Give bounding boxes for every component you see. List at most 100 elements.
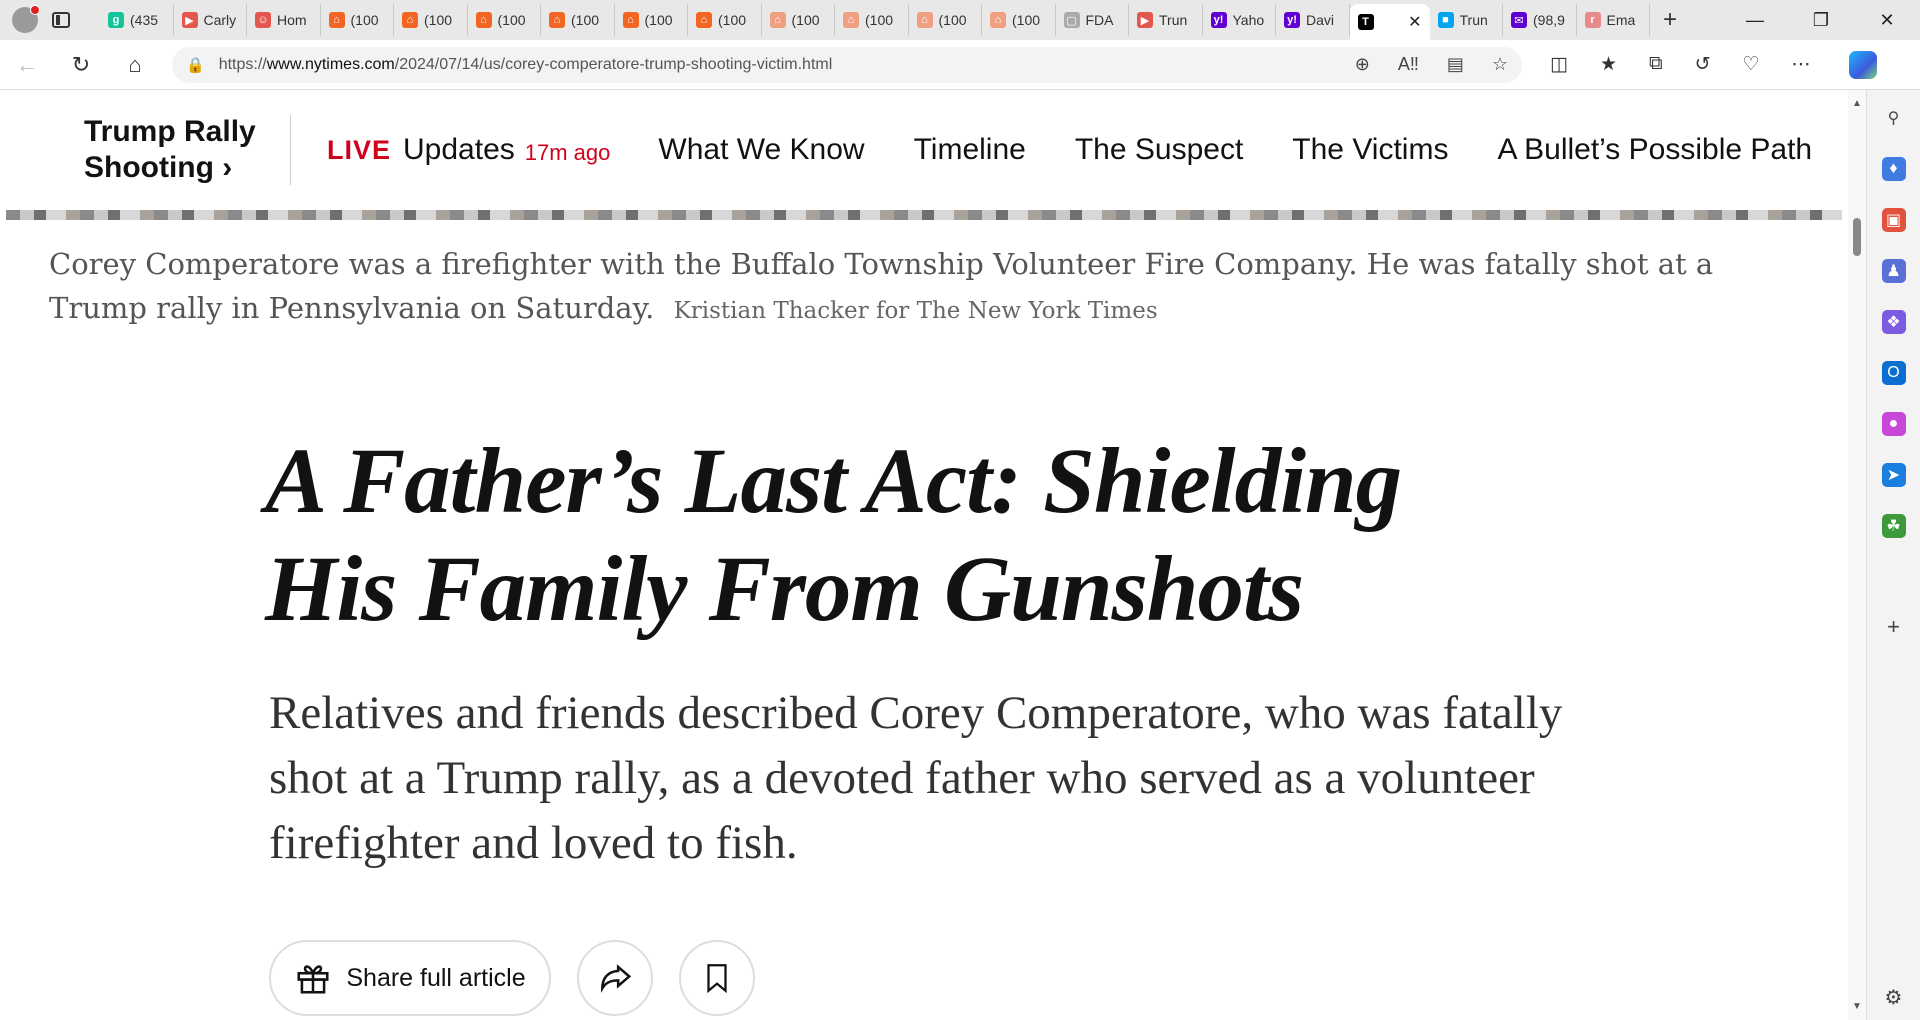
browser-tab-strip: g (435 ▶ Carly ☺ Hom ⌂ (100 ⌂ (100 ⌂ (100 ⌂ (100 ⌂ (100… <box>0 0 1920 40</box>
tab-label: (100 <box>865 12 894 28</box>
tab-favicon-icon: ⌂ <box>475 12 492 28</box>
tab-label: (98,9 <box>1533 12 1565 28</box>
tab[interactable]: y! Davi <box>1276 4 1350 36</box>
send-icon[interactable]: ➤ <box>1881 463 1906 487</box>
subnav-link-suspect[interactable]: The Suspect <box>1075 133 1243 167</box>
tab-favicon-icon: ⌂ <box>328 12 345 28</box>
url-field[interactable]: 🔒 https://www.nytimes.com/2024/07/14/us/… <box>172 46 1522 83</box>
page-scrollbar[interactable]: ▲ ▼ <box>1848 90 1866 1020</box>
tab[interactable]: r Ema <box>1577 4 1650 36</box>
tab-label: (100 <box>644 12 673 28</box>
games-icon[interactable]: ♟ <box>1881 259 1906 283</box>
bookmark-icon <box>700 959 734 997</box>
new-tab-button[interactable]: + <box>1650 6 1690 34</box>
article-summary: Relatives and friends described Corey Co… <box>269 687 1563 869</box>
tab-favicon-icon: ⌂ <box>549 12 565 28</box>
tab[interactable]: ⌂ (100 <box>762 4 835 36</box>
tab[interactable]: ⌂ (100 <box>615 4 688 36</box>
tab[interactable]: ▢ FDA <box>1056 4 1129 36</box>
designer-icon[interactable]: ● <box>1881 412 1906 436</box>
browser-essentials-icon[interactable]: ♡ <box>1743 53 1760 76</box>
add-sidebar-app-icon[interactable]: + <box>1882 614 1906 639</box>
tab[interactable]: ⌂ (100 <box>541 4 615 36</box>
story-subnav: Trump Rally Shooting › LIVE Updates 17m … <box>6 90 1842 210</box>
tab-label: Trun <box>1459 12 1488 28</box>
shopping-tag-icon[interactable]: ♦ <box>1881 157 1906 181</box>
tab[interactable]: ✉ (98,9 <box>1503 4 1577 36</box>
subnav-divider <box>290 115 291 185</box>
tab-strip-left <box>0 5 100 33</box>
share-full-article-button[interactable]: Share full article <box>269 940 551 1016</box>
tab[interactable]: ⌂ (100 <box>688 4 762 36</box>
tab-favicon-icon: ■ <box>1437 12 1454 28</box>
collections-icon[interactable]: ⧉ <box>1649 53 1663 76</box>
close-window-icon[interactable]: ✕ <box>1854 10 1920 31</box>
profile-avatar-icon[interactable] <box>12 5 40 33</box>
tab-label: Trun <box>1159 12 1188 28</box>
edge-sidebar: ⚲ ♦ ▣ ♟ ❖ O ● ➤ ☘ + ⚙ <box>1866 90 1920 1020</box>
restore-icon[interactable]: ❐ <box>1788 10 1854 31</box>
search-icon[interactable]: ⚲ <box>1882 106 1906 130</box>
history-icon[interactable]: ↺ <box>1695 53 1711 76</box>
subnav-link-timeline[interactable]: Timeline <box>914 133 1026 167</box>
tab[interactable]: ▶ Carly <box>174 4 247 36</box>
browser-tools: ◫ ★ ⧉ ↺ ♡ ⋯ <box>1550 53 1811 76</box>
home-icon[interactable]: ⌂ <box>108 52 162 78</box>
copilot-icon[interactable] <box>1848 50 1877 79</box>
tab[interactable]: ⌂ (100 <box>909 4 982 36</box>
tab-label: (435 <box>130 12 159 28</box>
headline-line-2: His Family From Gunshots <box>265 538 1304 641</box>
favorite-star-icon[interactable]: ☆ <box>1492 54 1508 75</box>
live-label[interactable]: LIVE <box>327 135 391 166</box>
refresh-icon[interactable]: ↻ <box>54 52 108 78</box>
back-icon[interactable]: ← <box>0 52 54 78</box>
photo-caption: Corey Comperatore was a firefighter with… <box>49 242 1809 333</box>
lock-icon[interactable]: 🔒 <box>186 56 205 74</box>
save-button[interactable] <box>679 940 755 1016</box>
subnav-link-bullet-path[interactable]: A Bullet’s Possible Path <box>1497 133 1812 167</box>
favorites-icon[interactable]: ★ <box>1600 53 1617 76</box>
tab[interactable]: g (435 <box>100 4 174 36</box>
split-screen-icon[interactable]: ◫ <box>1550 53 1568 76</box>
tab[interactable]: ⌂ (100 <box>321 4 394 36</box>
microsoft-365-icon[interactable]: ❖ <box>1881 310 1906 334</box>
sidebar-settings-icon[interactable]: ⚙ <box>1885 985 1903 1010</box>
share-arrow-icon <box>596 959 634 997</box>
minimize-icon[interactable]: — <box>1722 10 1788 31</box>
tab[interactable]: ⌂ (100 <box>394 4 468 36</box>
tab[interactable]: ⌂ (100 <box>468 4 541 36</box>
outlook-icon[interactable]: O <box>1881 361 1906 385</box>
tab-favicon-icon: ▶ <box>1137 12 1153 28</box>
tab[interactable]: ☺ Hom <box>247 4 321 36</box>
tab[interactable]: ■ Trun <box>1430 4 1503 36</box>
gift-icon <box>294 959 332 997</box>
tab[interactable]: ⌂ (100 <box>835 4 909 36</box>
scrollbar-thumb[interactable] <box>1853 218 1861 256</box>
zoom-icon[interactable]: ⊕ <box>1355 54 1370 75</box>
tab-favicon-icon: ⌂ <box>696 12 712 28</box>
subnav-link-what-we-know[interactable]: What We Know <box>658 133 864 167</box>
story-hub-link[interactable]: Trump Rally Shooting › <box>84 114 264 186</box>
headline-line-1: A Father’s Last Act: Shielding <box>265 430 1402 533</box>
tab[interactable]: y! Yaho <box>1203 4 1276 36</box>
tab-active[interactable]: T ✕ <box>1349 4 1430 40</box>
scroll-down-icon[interactable]: ▼ <box>1852 1001 1862 1012</box>
lead-photo-edge <box>6 210 1842 220</box>
tab-close-icon[interactable]: ✕ <box>1408 12 1421 32</box>
tools-briefcase-icon[interactable]: ▣ <box>1881 208 1906 232</box>
tree-icon[interactable]: ☘ <box>1881 514 1906 538</box>
tab[interactable]: ⌂ (100 <box>982 4 1056 36</box>
subnav-link-victims[interactable]: The Victims <box>1292 133 1448 167</box>
tab-favicon-icon: ▢ <box>1063 12 1080 28</box>
more-menu-icon[interactable]: ⋯ <box>1792 53 1811 76</box>
read-aloud-icon[interactable]: A‼ <box>1398 54 1419 75</box>
live-timestamp: 17m ago <box>524 140 611 165</box>
tab[interactable]: ▶ Trun <box>1129 4 1203 36</box>
tab-favicon-icon: g <box>108 12 124 28</box>
tab-actions-icon[interactable] <box>52 12 70 28</box>
story-hub-title-line2: Shooting › <box>84 151 233 184</box>
scroll-up-icon[interactable]: ▲ <box>1852 98 1862 109</box>
live-updates-link[interactable]: Updates <box>403 133 515 167</box>
immersive-reader-icon[interactable]: ▤ <box>1447 54 1464 75</box>
share-button[interactable] <box>577 940 653 1016</box>
